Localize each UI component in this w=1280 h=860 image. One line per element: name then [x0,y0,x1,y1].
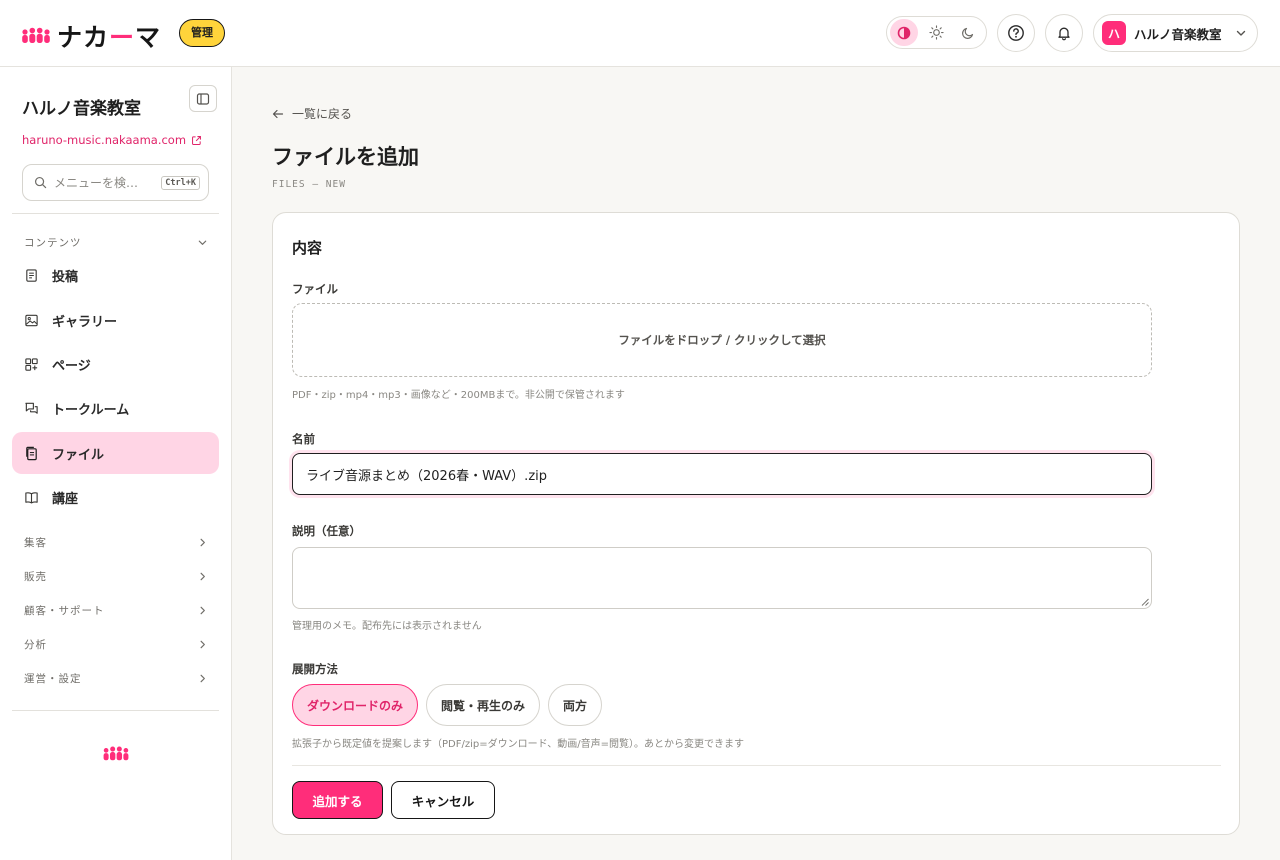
description-textarea[interactable] [292,547,1152,609]
cancel-button[interactable]: キャンセル [391,781,495,819]
section-label: 販売 [24,571,47,583]
sidebar-item-label: ページ [52,358,91,374]
help-button[interactable] [997,14,1035,52]
moon-icon [962,27,974,39]
section-label: 運営・設定 [24,673,82,685]
sidebar-item-files[interactable]: ファイル [12,432,219,474]
content-form-card: 内容 ファイル ファイルをドロップ / クリックして選択 PDF・zip・mp4… [272,212,1240,835]
account-avatar: ハ [1102,21,1126,45]
resize-grip-icon[interactable] [1141,598,1149,606]
sidebar: ハルノ音楽教室 haruno-music.nakaama.com メニューを検…… [0,67,232,860]
sidebar-divider [12,213,219,214]
dropzone-text: ファイルをドロップ / クリックして選択 [618,333,826,347]
theme-switch [886,16,987,49]
chevron-right-icon [200,538,205,547]
sidebar-toggle-icon [196,92,210,105]
delivery-mode-label: 展開方法 [292,662,338,676]
search-icon [34,176,47,189]
sidebar-item-label: 投稿 [52,269,79,285]
description-hint: 管理用のメモ。配布先には表示されません [292,621,482,632]
top-header: ナカーマ 管理 ハ ハルノ音楽教室 [0,0,1280,67]
account-menu-button[interactable]: ハ ハルノ音楽教室 [1093,14,1258,52]
menu-search-placeholder: メニューを検… [54,176,139,190]
contrast-icon [897,26,911,39]
section-label: 分析 [24,639,47,651]
card-title: 内容 [292,239,323,257]
chevron-right-icon [200,640,205,649]
sidebar-item-label: ギャラリー [52,314,118,330]
file-hint: PDF・zip・mp4・mp3・画像など・200MBまで。非公開で保管されます [292,390,625,401]
theme-dark-button[interactable] [954,19,982,46]
sidebar-item-posts[interactable]: 投稿 [12,254,219,296]
sidebar-item-talkroom[interactable]: トークルーム [12,387,219,429]
sidebar-item-courses[interactable]: 講座 [12,476,219,518]
sidebar-item-gallery[interactable]: ギャラリー [12,299,219,341]
delivery-mode-options: ダウンロードのみ 閲覧・再生のみ 両方 [292,684,603,726]
sidebar-item-label: 講座 [52,491,79,507]
chevron-right-icon [200,674,205,683]
pages-icon [25,357,38,371]
chevron-right-icon [200,572,205,581]
document-icon [26,268,37,282]
chevron-down-icon [198,240,207,245]
notifications-button[interactable] [1045,14,1083,52]
page-title: ファイルを追加 [272,145,419,169]
help-icon [1008,25,1024,41]
logo-people-icon [22,27,50,43]
bell-icon [1058,27,1070,41]
chat-icon [25,402,38,414]
mode-both-button[interactable]: 両方 [548,684,603,726]
section-label: 集客 [24,537,47,549]
mode-download-only-button[interactable]: ダウンロードのみ [292,684,419,726]
account-name: ハルノ音楽教室 [1134,26,1222,42]
name-input-value: ライブ音源まとめ（2026春・WAV）.zip [306,468,548,484]
back-link-label: 一覧に戻る [292,107,353,121]
logo-text: ナカーマ [57,23,162,52]
sun-icon [928,25,944,40]
sidebar-item-label: トークルーム [52,402,130,418]
external-link-icon [192,135,202,145]
section-customers-support[interactable]: 顧客・サポート [24,603,208,618]
admin-badge: 管理 [179,19,225,47]
file-label: ファイル [292,282,338,296]
files-icon [26,446,37,460]
section-sales[interactable]: 販売 [24,569,208,584]
logo[interactable]: ナカーマ [21,18,161,54]
page-subtitle: FILES — NEW [272,179,346,190]
delivery-mode-hint: 拡張子から既定値を提案します（PDF/zip=ダウンロード、動画/音声=閲覧）。… [292,739,744,750]
section-label: 顧客・サポート [24,605,105,617]
arrow-left-icon [272,109,284,118]
section-operations-settings[interactable]: 運営・設定 [24,671,208,686]
book-icon [25,491,38,503]
search-shortcut-badge: Ctrl+K [161,175,200,190]
form-divider [292,765,1221,766]
section-contents-label: コンテンツ [24,237,82,249]
submit-add-button[interactable]: 追加する [292,781,383,819]
footer-logo-icon [103,746,129,761]
sidebar-item-pages[interactable]: ページ [12,343,219,385]
image-icon [25,314,38,326]
chevron-down-icon [1236,30,1246,36]
section-contents[interactable]: コンテンツ [24,235,208,250]
section-analytics[interactable]: 分析 [24,637,208,652]
sidebar-item-label: ファイル [52,447,105,463]
site-url-text: haruno-music.nakaama.com [22,133,187,147]
theme-light-button[interactable] [922,19,950,46]
sidebar-divider [12,710,219,711]
name-label: 名前 [292,432,315,446]
back-to-list-link[interactable]: 一覧に戻る [272,105,352,122]
menu-search-input[interactable]: メニューを検… Ctrl+K [22,164,209,201]
site-url-link[interactable]: haruno-music.nakaama.com [22,133,202,147]
file-dropzone[interactable]: ファイルをドロップ / クリックして選択 [292,303,1152,377]
sidebar-collapse-button[interactable] [189,85,217,112]
sidebar-site-title: ハルノ音楽教室 [22,99,141,119]
section-marketing[interactable]: 集客 [24,535,208,550]
name-input[interactable]: ライブ音源まとめ（2026春・WAV）.zip [292,453,1152,495]
description-label: 説明（任意） [292,524,361,538]
mode-view-play-only-button[interactable]: 閲覧・再生のみ [426,684,541,726]
chevron-right-icon [200,606,205,615]
theme-auto-button[interactable] [890,19,918,46]
